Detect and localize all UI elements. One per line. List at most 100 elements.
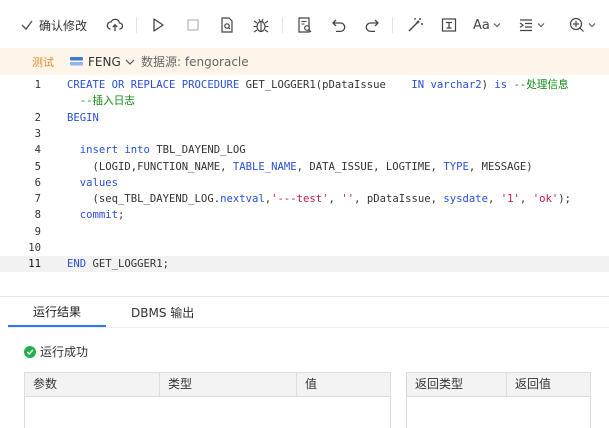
params-table: 参数 类型 值 bbox=[24, 372, 391, 428]
column-header[interactable]: 值 bbox=[297, 373, 390, 396]
confirm-label: 确认修改 bbox=[39, 18, 88, 33]
return-table: 返回类型 返回值 bbox=[406, 372, 591, 428]
text-box-button[interactable] bbox=[438, 14, 460, 36]
undo-button[interactable] bbox=[328, 14, 350, 36]
indent-icon bbox=[519, 19, 532, 32]
code-token: '' bbox=[341, 193, 355, 206]
code-token: (seq_TBL_DAYEND_LOG. bbox=[67, 193, 221, 206]
sql-editor[interactable]: 1 CREATE OR REPLACE PROCEDURE GET_LOGGER1… bbox=[0, 75, 609, 296]
code-token: GET_LOGGER1; bbox=[92, 258, 170, 271]
datasource-label: 数据源: fengoracle bbox=[141, 55, 249, 69]
font-size-dropdown[interactable]: Aa bbox=[473, 14, 501, 36]
code-line[interactable]: 1 CREATE OR REPLACE PROCEDURE GET_LOGGER1… bbox=[0, 77, 609, 93]
code-token: --处理信息 bbox=[513, 79, 569, 91]
code-token: ) bbox=[481, 79, 495, 91]
code-line[interactable]: 4 insert into TBL_DAYEND_LOG bbox=[0, 142, 609, 158]
column-header[interactable]: 返回值 bbox=[507, 373, 590, 396]
result-panel: 运行结果 DBMS 输出 运行成功 参数 类型 值 返回类型 返回值 bbox=[0, 297, 609, 428]
code-text: commit; bbox=[67, 207, 125, 223]
check-icon bbox=[21, 20, 33, 31]
code-text: (LOGID,FUNCTION_NAME, TABLE_NAME, DATA_I… bbox=[67, 159, 533, 175]
line-number: 7 bbox=[34, 193, 41, 206]
code-line[interactable]: 8 commit; bbox=[0, 207, 609, 223]
code-token: '1' bbox=[500, 193, 520, 206]
code-line[interactable]: 6 values bbox=[0, 175, 609, 191]
code-token: --插入日志 bbox=[67, 95, 135, 108]
line-number: 2 bbox=[34, 111, 41, 124]
params-table-header: 参数 类型 值 bbox=[25, 373, 390, 397]
line-number: 8 bbox=[34, 209, 41, 222]
line-number: 9 bbox=[34, 225, 41, 238]
code-text: CREATE OR REPLACE PROCEDURE GET_LOGGER1(… bbox=[67, 77, 569, 93]
code-token: (LOGID,FUNCTION_NAME, bbox=[67, 160, 233, 173]
add-icon bbox=[569, 17, 584, 32]
code-line[interactable]: 3 bbox=[0, 126, 609, 142]
return-table-header: 返回类型 返回值 bbox=[407, 373, 590, 397]
code-token: , bbox=[328, 193, 342, 206]
connection-bar: 测试 FENG 数据源: fengoracle bbox=[0, 48, 609, 75]
chevron-down-icon bbox=[493, 23, 501, 28]
code-token: is bbox=[494, 79, 514, 91]
run-status: 运行成功 bbox=[24, 343, 88, 360]
debug-button[interactable] bbox=[250, 14, 272, 36]
schema-icon bbox=[70, 57, 83, 66]
code-token: TYPE bbox=[443, 160, 469, 173]
env-badge: 测试 bbox=[32, 55, 54, 69]
code-line[interactable]: 5 (LOGID,FUNCTION_NAME, TABLE_NAME, DATA… bbox=[0, 159, 609, 175]
tab-dbms-output[interactable]: DBMS 输出 bbox=[106, 297, 219, 327]
code-line[interactable]: 9 bbox=[0, 224, 609, 240]
toolbar-separator bbox=[392, 17, 393, 33]
font-size-icon: Aa bbox=[473, 17, 490, 33]
column-header[interactable]: 返回类型 bbox=[407, 373, 507, 396]
code-token: END bbox=[67, 258, 93, 271]
undo-icon bbox=[332, 19, 346, 33]
code-line[interactable]: --插入日志 bbox=[0, 93, 609, 109]
schema-selector[interactable]: FENG bbox=[69, 55, 135, 69]
code-token: '---test' bbox=[271, 193, 329, 206]
upload-cloud-button[interactable] bbox=[104, 14, 126, 36]
code-line[interactable]: 7 (seq_TBL_DAYEND_LOG.nextval,'---test',… bbox=[0, 191, 609, 207]
chevron-down-icon bbox=[125, 59, 135, 65]
play-icon bbox=[153, 18, 164, 32]
code-token: GET_LOGGER1(pDataIssue bbox=[245, 79, 412, 91]
code-text: values bbox=[67, 175, 118, 191]
explain-button[interactable] bbox=[216, 14, 238, 36]
code-token: commit bbox=[67, 209, 119, 222]
code-line[interactable]: 10 bbox=[0, 240, 609, 256]
explain-icon bbox=[221, 17, 233, 33]
toolbar-separator bbox=[282, 17, 283, 33]
magic-format-icon bbox=[408, 18, 423, 32]
code-token: ); bbox=[558, 193, 571, 206]
status-text: 运行成功 bbox=[40, 345, 89, 359]
toolbar-separator bbox=[136, 17, 137, 33]
result-tabs: 运行结果 DBMS 输出 bbox=[8, 297, 219, 327]
redo-button[interactable] bbox=[361, 14, 383, 36]
add-dropdown[interactable] bbox=[568, 14, 596, 36]
find-icon bbox=[298, 17, 312, 33]
format-button[interactable] bbox=[404, 14, 426, 36]
confirm-button[interactable]: 确认修改 bbox=[20, 14, 87, 36]
code-line[interactable]: 2 BEGIN bbox=[0, 110, 609, 126]
schema-name: FENG bbox=[88, 54, 121, 69]
run-button[interactable] bbox=[147, 14, 169, 36]
tabs-underline bbox=[8, 327, 609, 328]
column-header[interactable]: 参数 bbox=[25, 373, 160, 396]
code-text: insert into TBL_DAYEND_LOG bbox=[67, 142, 246, 158]
line-number: 5 bbox=[34, 160, 41, 173]
code-line[interactable]: 11 END GET_LOGGER1; bbox=[0, 256, 609, 273]
column-header[interactable]: 类型 bbox=[160, 373, 297, 396]
find-button[interactable] bbox=[294, 14, 316, 36]
stop-button[interactable] bbox=[182, 14, 204, 36]
code-token: values bbox=[67, 176, 119, 189]
debug-icon bbox=[253, 18, 269, 33]
line-number: 3 bbox=[34, 127, 41, 140]
code-token: sysdate bbox=[443, 193, 489, 206]
chevron-down-icon bbox=[537, 23, 545, 28]
stop-icon bbox=[187, 19, 199, 31]
code-token: CREATE OR REPLACE PROCEDURE bbox=[67, 79, 246, 91]
code-token: , pDataIssue, bbox=[354, 193, 444, 206]
line-number: 6 bbox=[34, 176, 41, 189]
tab-run-result[interactable]: 运行结果 bbox=[8, 297, 107, 327]
line-number: 4 bbox=[34, 144, 41, 157]
indent-dropdown[interactable] bbox=[517, 14, 545, 36]
